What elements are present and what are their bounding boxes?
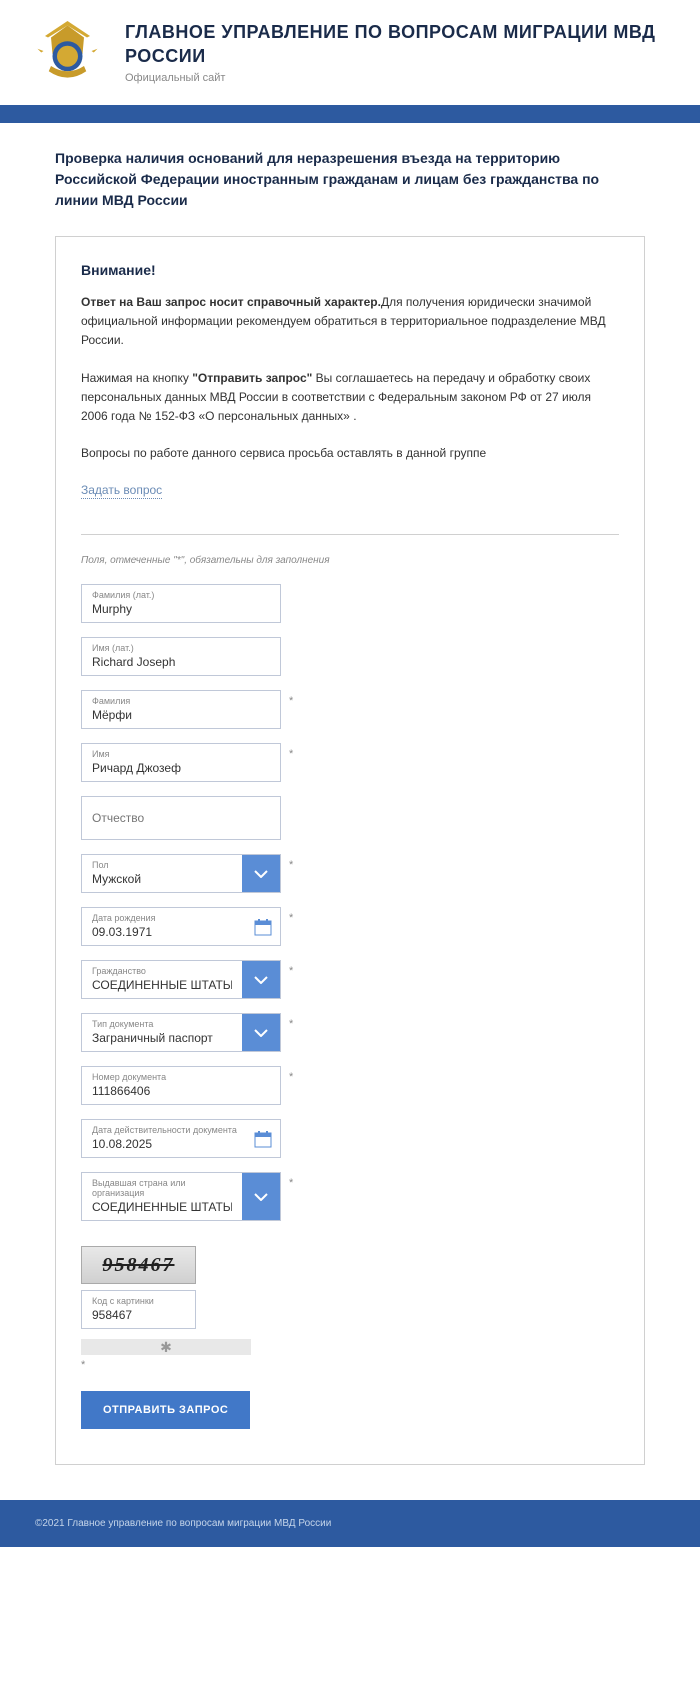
issuer-field[interactable]: Выдавшая страна или организация (81, 1172, 281, 1221)
name-lat-input[interactable] (82, 653, 280, 675)
chevron-down-icon (254, 870, 268, 878)
notice-paragraph-2: Нажимая на кнопку "Отправить запрос" Вы … (81, 369, 619, 427)
page-title: Проверка наличия оснований для неразреше… (55, 148, 645, 211)
captcha-input[interactable] (82, 1306, 195, 1328)
surname-input[interactable] (82, 706, 280, 728)
form-divider (81, 534, 619, 535)
captcha-field[interactable]: Код с картинки (81, 1290, 196, 1329)
notice-paragraph-3: Вопросы по работе данного сервиса просьб… (81, 444, 619, 463)
captcha-reload-bar[interactable]: ✱ (81, 1339, 251, 1355)
citizenship-field[interactable]: Гражданство (81, 960, 281, 999)
issuer-input[interactable] (82, 1198, 242, 1220)
doc-type-label: Тип документа (82, 1014, 242, 1029)
footer-text: ©2021 Главное управление по вопросам миг… (35, 1518, 665, 1529)
required-marker: * (289, 859, 293, 871)
submit-button[interactable]: ОТПРАВИТЬ ЗАПРОС (81, 1391, 250, 1429)
header-bar (0, 105, 700, 123)
chevron-down-icon (254, 976, 268, 984)
required-hint: Поля, отмеченные "*", обязательны для за… (81, 555, 619, 566)
birthdate-label: Дата рождения (82, 908, 280, 923)
citizenship-label: Гражданство (82, 961, 242, 976)
site-footer: ©2021 Главное управление по вопросам миг… (0, 1500, 700, 1547)
citizenship-input[interactable] (82, 976, 242, 998)
issuer-label: Выдавшая страна или организация (82, 1173, 242, 1198)
captcha-image: 958467 (81, 1246, 196, 1284)
doc-valid-field[interactable]: Дата действительности документа (81, 1119, 281, 1158)
patronymic-input[interactable] (82, 807, 280, 829)
notice-box: Внимание! Ответ на Ваш запрос носит спра… (55, 236, 645, 1465)
required-marker: * (289, 912, 293, 924)
birthdate-field[interactable]: Дата рождения (81, 907, 281, 946)
required-marker: * (289, 965, 293, 977)
doc-number-field[interactable]: Номер документа (81, 1066, 281, 1105)
required-marker: * (289, 1071, 293, 1083)
doc-type-field[interactable]: Тип документа (81, 1013, 281, 1052)
doc-type-dropdown-button[interactable] (242, 1014, 280, 1051)
required-marker: * (289, 1177, 293, 1189)
captcha-label: Код с картинки (82, 1291, 195, 1306)
issuer-dropdown-button[interactable] (242, 1173, 280, 1220)
gender-field[interactable]: Пол (81, 854, 281, 893)
notice-heading: Внимание! (81, 262, 619, 278)
doc-valid-input[interactable] (82, 1135, 280, 1157)
ask-question-link[interactable]: Задать вопрос (81, 483, 162, 499)
gender-label: Пол (82, 855, 242, 870)
birthdate-calendar-button[interactable] (254, 918, 272, 936)
name-lat-field[interactable]: Имя (лат.) (81, 637, 281, 676)
doc-number-input[interactable] (82, 1082, 280, 1104)
site-header: ГЛАВНОЕ УПРАВЛЕНИЕ ПО ВОПРОСАМ МИГРАЦИИ … (0, 0, 700, 105)
required-marker: * (289, 748, 293, 760)
citizenship-dropdown-button[interactable] (242, 961, 280, 998)
doc-valid-label: Дата действительности документа (82, 1120, 280, 1135)
name-lat-label: Имя (лат.) (82, 638, 280, 653)
site-title: ГЛАВНОЕ УПРАВЛЕНИЕ ПО ВОПРОСАМ МИГРАЦИИ … (125, 21, 670, 68)
calendar-icon (254, 1130, 272, 1148)
notice-paragraph-1: Ответ на Ваш запрос носит справочный хар… (81, 293, 619, 351)
captcha-displayed-code: 958467 (103, 1254, 175, 1277)
doc-number-label: Номер документа (82, 1067, 280, 1082)
gender-input[interactable] (82, 870, 242, 892)
puzzle-icon: ✱ (160, 1339, 172, 1356)
required-marker: * (289, 695, 293, 707)
doc-type-input[interactable] (82, 1029, 242, 1051)
surname-lat-field[interactable]: Фамилия (лат.) (81, 584, 281, 623)
name-field[interactable]: Имя (81, 743, 281, 782)
site-subtitle: Официальный сайт (125, 72, 670, 84)
surname-label: Фамилия (82, 691, 280, 706)
gender-dropdown-button[interactable] (242, 855, 280, 892)
chevron-down-icon (254, 1029, 268, 1037)
surname-field[interactable]: Фамилия (81, 690, 281, 729)
patronymic-field[interactable] (81, 796, 281, 840)
birthdate-input[interactable] (82, 923, 280, 945)
required-marker: * (289, 1018, 293, 1030)
emblem-icon (30, 15, 105, 90)
name-input[interactable] (82, 759, 280, 781)
calendar-icon (254, 918, 272, 936)
chevron-down-icon (254, 1193, 268, 1201)
required-marker: * (81, 1359, 619, 1371)
surname-lat-label: Фамилия (лат.) (82, 585, 280, 600)
name-label: Имя (82, 744, 280, 759)
surname-lat-input[interactable] (82, 600, 280, 622)
doc-valid-calendar-button[interactable] (254, 1130, 272, 1148)
